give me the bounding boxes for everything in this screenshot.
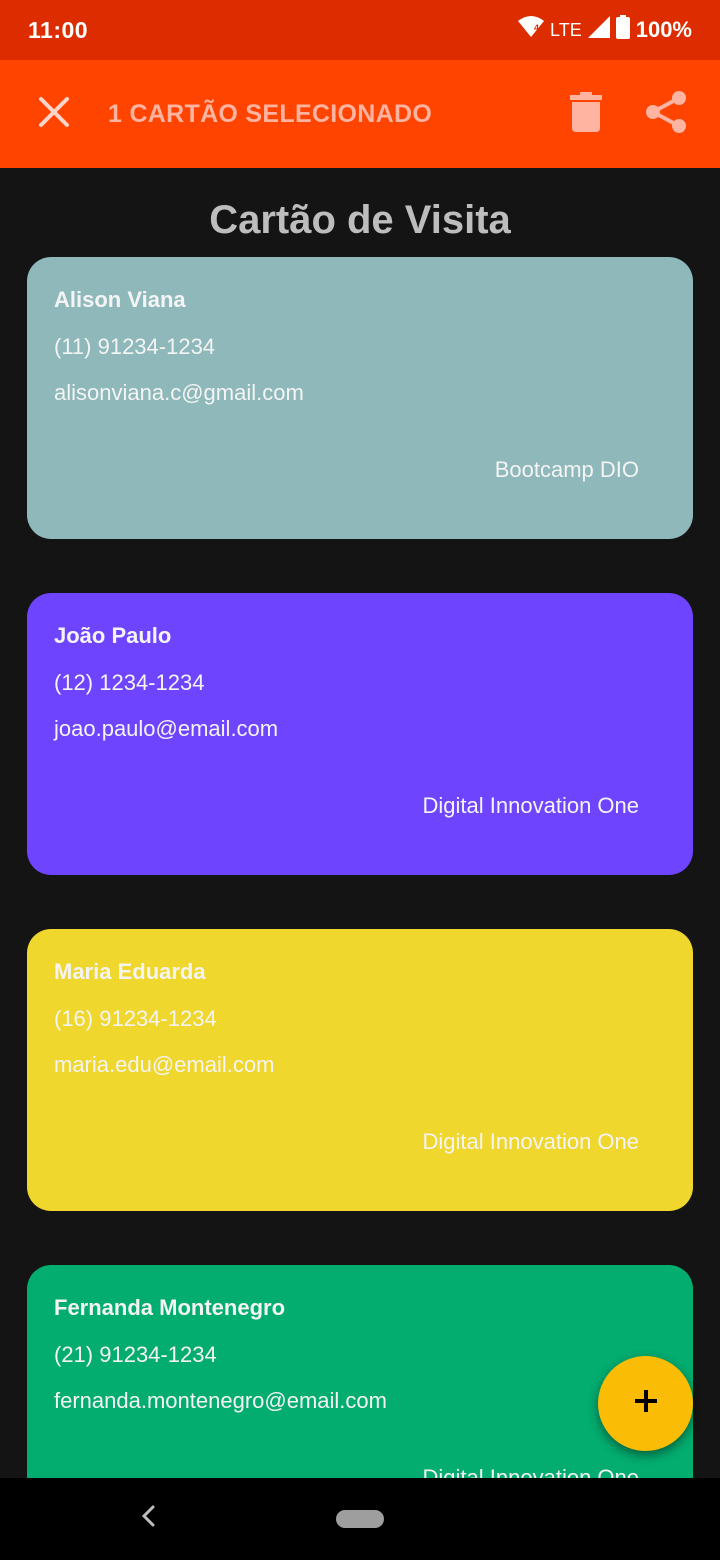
card-phone: (12) 1234-1234 [54, 670, 205, 695]
delete-button[interactable] [546, 60, 626, 168]
add-card-button[interactable] [598, 1356, 693, 1451]
selection-action-bar: 1 CARTÃO SELECIONADO [0, 60, 720, 168]
battery-icon [615, 15, 630, 45]
page-title: Cartão de Visita [209, 198, 511, 242]
back-icon [140, 1505, 156, 1532]
card-phone: (21) 91234-1234 [54, 1342, 217, 1367]
network-label: LTE [550, 19, 582, 40]
card-phone: (16) 91234-1234 [54, 1006, 217, 1031]
business-card[interactable]: João Paulo (12) 1234-1234 joao.paulo@ema… [27, 593, 693, 875]
card-name: Alison Viana [54, 287, 186, 312]
card-name: Maria Eduarda [54, 959, 206, 984]
add-icon [634, 1389, 658, 1418]
card-email: fernanda.montenegro@email.com [54, 1388, 387, 1413]
signal-icon [587, 16, 610, 44]
close-selection-button[interactable] [0, 60, 108, 168]
card-email: alisonviana.c@gmail.com [54, 380, 304, 405]
status-bar: 11:00 4 LTE 100% [0, 0, 720, 60]
status-icons: 4 LTE 100% [518, 15, 692, 45]
selection-title: 1 CARTÃO SELECIONADO [108, 99, 433, 128]
home-pill-icon[interactable] [336, 1510, 384, 1528]
card-name: João Paulo [54, 623, 172, 648]
business-card[interactable]: Alison Viana (11) 91234-1234 alisonviana… [27, 257, 693, 539]
back-button[interactable] [130, 1500, 166, 1536]
share-button[interactable] [626, 60, 706, 168]
status-time: 11:00 [28, 16, 89, 43]
delete-icon [570, 91, 602, 137]
close-icon [38, 96, 70, 133]
share-icon [644, 90, 688, 139]
card-company: Bootcamp DIO [494, 457, 639, 482]
wifi-icon: 4 [518, 16, 545, 44]
card-name: Fernanda Montenegro [54, 1295, 286, 1320]
system-nav-bar [0, 1478, 720, 1560]
svg-text:4: 4 [534, 23, 539, 33]
card-company: Digital Innovation One [422, 793, 639, 818]
card-company: Digital Innovation One [422, 1129, 639, 1154]
card-email: joao.paulo@email.com [54, 716, 279, 741]
business-card[interactable]: Maria Eduarda (16) 91234-1234 maria.edu@… [27, 929, 693, 1211]
battery-percent: 100% [635, 17, 692, 42]
card-phone: (11) 91234-1234 [54, 334, 216, 359]
card-email: maria.edu@email.com [54, 1052, 275, 1077]
